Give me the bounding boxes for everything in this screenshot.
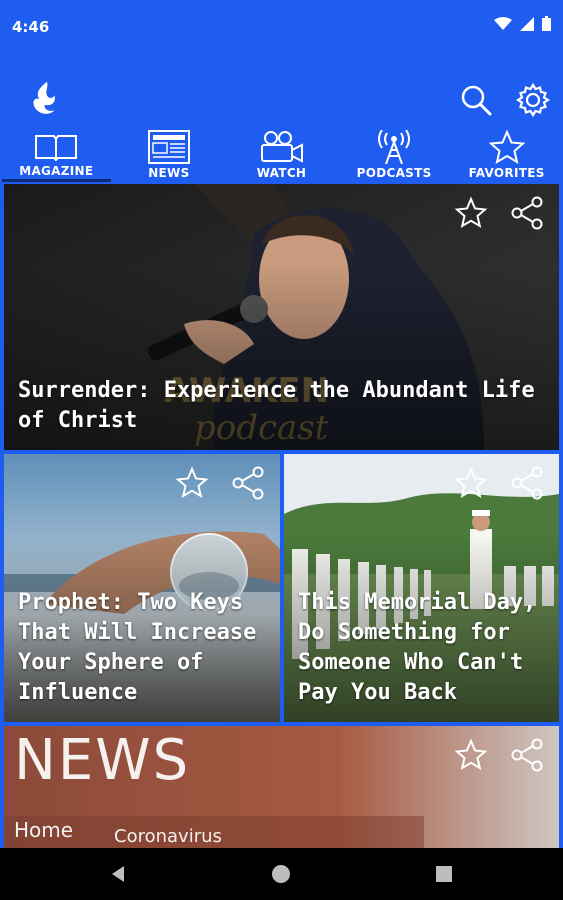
favorite-button[interactable] <box>174 466 210 500</box>
share-icon <box>511 196 543 230</box>
gear-icon[interactable] <box>515 82 551 118</box>
back-icon[interactable] <box>108 864 128 884</box>
signal-icon <box>520 16 534 31</box>
card-actions <box>453 738 545 772</box>
card-actions <box>453 196 545 230</box>
battery-icon <box>542 16 551 31</box>
tab-news[interactable]: NEWS <box>113 128 226 182</box>
status-time: 4:46 <box>12 18 50 36</box>
system-navigation-bar <box>0 848 563 900</box>
tab-podcasts[interactable]: PODCASTS <box>338 128 451 182</box>
wifi-icon <box>494 16 512 30</box>
article-title[interactable]: Prophet: Two Keys That Will Increase You… <box>18 588 266 708</box>
newspaper-icon <box>147 130 190 164</box>
status-bar: 4:46 <box>0 0 563 52</box>
tab-news-label: NEWS <box>148 166 190 180</box>
tab-podcasts-label: PODCASTS <box>356 166 432 180</box>
article-card[interactable]: Prophet: Two Keys That Will Increase You… <box>4 454 280 722</box>
article-card[interactable]: This Memorial Day, Do Something for Some… <box>284 454 559 722</box>
star-outline-icon <box>454 466 488 499</box>
star-outline-icon <box>175 466 209 499</box>
antenna-icon <box>378 130 411 164</box>
video-camera-icon <box>261 131 304 163</box>
article-title[interactable]: Surrender: Experience the Abundant Life … <box>18 376 545 436</box>
tab-favorites-label: FAVORITES <box>468 166 545 180</box>
tab-watch[interactable]: WATCH <box>225 128 338 182</box>
share-button[interactable] <box>509 738 545 772</box>
status-icons <box>494 16 551 31</box>
tab-magazine-label: MAGAZINE <box>19 164 94 178</box>
tab-magazine[interactable]: MAGAZINE <box>0 128 113 182</box>
book-icon <box>35 135 78 162</box>
news-image-text: NEWS <box>14 728 191 793</box>
share-button[interactable] <box>509 196 545 230</box>
article-card[interactable]: NEWS Home Coronavirus <box>4 726 559 848</box>
share-icon <box>511 466 543 500</box>
star-icon <box>488 130 526 164</box>
tab-favorites[interactable]: FAVORITES <box>450 128 563 182</box>
share-icon <box>232 466 264 500</box>
favorite-button[interactable] <box>453 738 489 772</box>
favorite-button[interactable] <box>453 196 489 230</box>
recents-icon[interactable] <box>434 864 454 884</box>
search-icon[interactable] <box>458 82 494 118</box>
share-button[interactable] <box>509 466 545 500</box>
magazine-feed[interactable]: podcast AWAKEN Surrender: Experience the <box>0 182 563 848</box>
news-image-text: Coronavirus <box>114 826 222 847</box>
tab-watch-label: WATCH <box>256 166 307 180</box>
share-icon <box>511 738 543 772</box>
share-button[interactable] <box>230 466 266 500</box>
favorite-button[interactable] <box>453 466 489 500</box>
app-bar <box>0 52 563 132</box>
tab-bar: MAGAZINE NEWS WATCH PODCASTS FAVORITES <box>0 128 563 182</box>
flame-dove-logo <box>33 81 55 114</box>
star-outline-icon <box>454 196 488 229</box>
card-actions <box>453 466 545 500</box>
article-title[interactable]: This Memorial Day, Do Something for Some… <box>298 588 545 708</box>
home-icon[interactable] <box>271 864 291 884</box>
article-card[interactable]: podcast AWAKEN Surrender: Experience the <box>4 184 559 450</box>
star-outline-icon <box>454 738 488 771</box>
card-actions <box>174 466 266 500</box>
news-image-text: Home <box>14 818 74 842</box>
